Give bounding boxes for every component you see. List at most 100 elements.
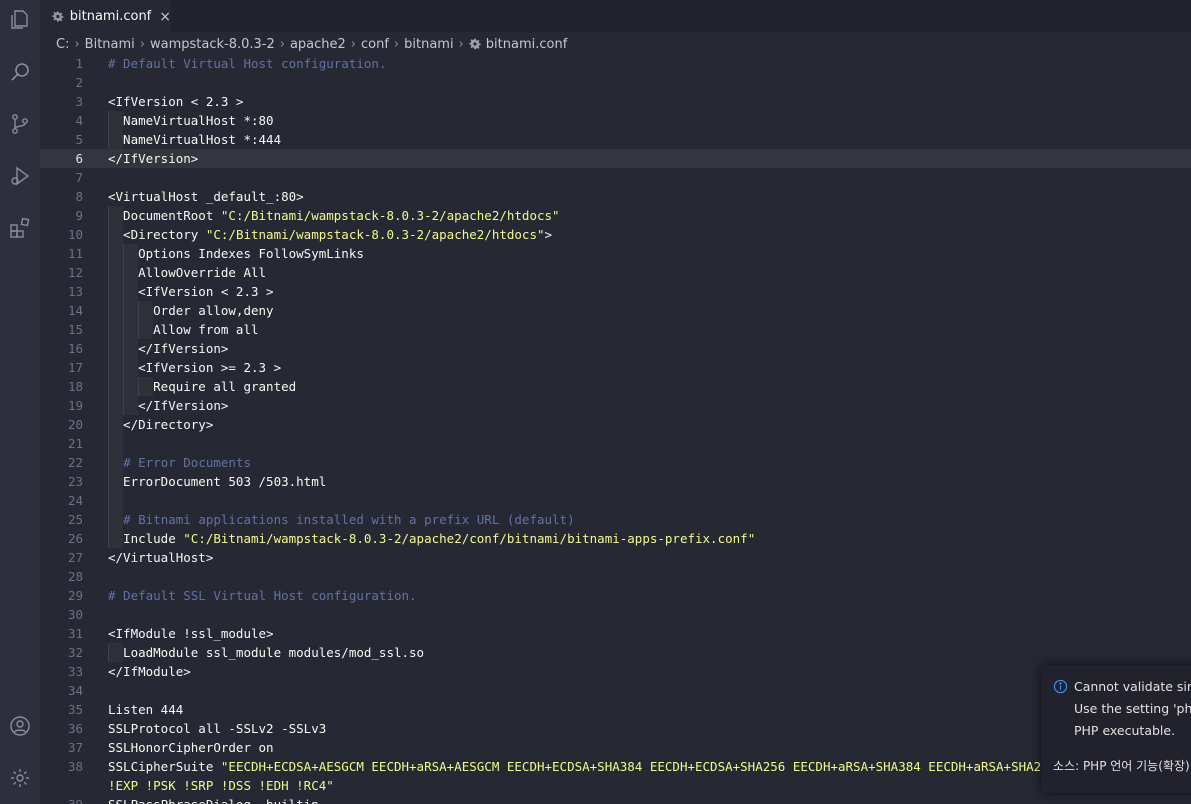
code-line[interactable]: 27 </VirtualHost> (40, 548, 1191, 567)
line-number: 15 (67, 322, 83, 337)
explorer-icon[interactable] (4, 4, 36, 36)
breadcrumb-item-bitnami[interactable]: Bitnami (85, 37, 135, 52)
code-line[interactable]: 32 LoadModule ssl_module modules/mod_ssl… (40, 643, 1191, 662)
code-line[interactable]: 9 DocumentRoot "C:/Bitnami/wampstack-8.0… (40, 206, 1191, 225)
code-token: SSLProtocol all -SSLv2 -SSLv3 (108, 721, 327, 736)
line-number: 10 (67, 227, 83, 242)
code-line[interactable]: 29 # Default SSL Virtual Host configurati… (40, 586, 1191, 605)
chevron-right-icon: › (139, 36, 145, 52)
line-number: 17 (67, 360, 83, 375)
tab-close-button[interactable]: × (159, 9, 171, 25)
breadcrumb-item-file[interactable]: bitnami.conf (486, 37, 568, 52)
manage-gear-icon[interactable] (4, 762, 36, 794)
line-text: </IfVersion> (108, 339, 228, 358)
code-line[interactable]: 28 (40, 567, 1191, 586)
code-line[interactable]: 8 <VirtualHost _default_:80> (40, 187, 1191, 206)
code-line[interactable]: 25 # Bitnami applications installed with… (40, 510, 1191, 529)
code-token: SSLPassPhraseDialog builtin (108, 797, 319, 804)
code-line[interactable]: 6 </IfVersion> (40, 149, 1191, 168)
line-number: 11 (67, 246, 83, 261)
breadcrumb-item-apache2[interactable]: apache2 (290, 37, 346, 52)
code-line[interactable]: 5 NameVirtualHost *:444 (40, 130, 1191, 149)
code-line[interactable]: 38 SSLCipherSuite "EECDH+ECDSA+AESGCM EEC… (40, 757, 1191, 776)
line-number: 19 (67, 398, 83, 413)
line-text: Options Indexes FollowSymLinks (108, 244, 364, 263)
code-token: Allow from all (108, 322, 259, 337)
account-icon[interactable] (4, 710, 36, 742)
run-debug-icon[interactable] (4, 160, 36, 192)
line-number: 14 (67, 303, 83, 318)
code-line[interactable]: 16 </IfVersion> (40, 339, 1191, 358)
code-line[interactable]: 37 SSLHonorCipherOrder on (40, 738, 1191, 757)
line-number: 35 (67, 702, 83, 717)
line-text: NameVirtualHost *:80 (108, 111, 274, 130)
line-number: 27 (67, 550, 83, 565)
extensions-icon[interactable] (4, 212, 36, 244)
code-token: </IfVersion> (108, 398, 229, 413)
code-line[interactable]: 20 </Directory> (40, 415, 1191, 434)
tab-bitnami-conf[interactable]: bitnami.conf × (40, 0, 171, 32)
code-line[interactable]: 2 (40, 73, 1191, 92)
breadcrumb-item-bitnami-folder[interactable]: bitnami (404, 37, 453, 52)
code-line[interactable]: 35 Listen 444 (40, 700, 1191, 719)
code-token: Listen 444 (108, 702, 184, 717)
line-text: SSLCipherSuite "EECDH+ECDSA+AESGCM EECDH… (108, 757, 1101, 776)
code-line[interactable]: 18 Require all granted (40, 377, 1191, 396)
line-text: # Error Documents (108, 453, 251, 472)
code-line[interactable]: 30 (40, 605, 1191, 624)
code-line[interactable]: 21 (40, 434, 1191, 453)
line-number: 39 (40, 795, 83, 804)
line-number: 13 (67, 284, 83, 299)
line-text: DocumentRoot "C:/Bitnami/wampstack-8.0.3… (108, 206, 560, 225)
code-line[interactable]: 10 <Directory "C:/Bitnami/wampstack-8.0.… (40, 225, 1191, 244)
info-icon (1053, 679, 1068, 694)
code-line[interactable]: 17 <IfVersion >= 2.3 > (40, 358, 1191, 377)
code-editor[interactable]: 1 # Default Virtual Host configuration. 2 3… (40, 54, 1191, 804)
code-line[interactable]: 3 <IfVersion < 2.3 > (40, 92, 1191, 111)
settings-file-icon (52, 11, 64, 22)
code-line[interactable]: 22 # Error Documents (40, 453, 1191, 472)
code-line[interactable]: 7 (40, 168, 1191, 187)
line-number: 18 (67, 379, 83, 394)
code-line[interactable]: 31 <IfModule !ssl_module> (40, 624, 1191, 643)
tab-label: bitnami.conf (69, 9, 152, 24)
line-text: AllowOverride All (108, 263, 266, 282)
code-line[interactable]: 4 NameVirtualHost *:80 (40, 111, 1191, 130)
code-line[interactable]: 19 </IfVersion> (40, 396, 1191, 415)
line-number: 16 (67, 341, 83, 356)
code-line[interactable]: 12 AllowOverride All (40, 263, 1191, 282)
breadcrumb-item-drive[interactable]: C: (56, 37, 69, 52)
line-text: <VirtualHost _default_:80> (108, 187, 304, 206)
line-number: 20 (67, 417, 83, 432)
source-control-icon[interactable] (4, 108, 36, 140)
breadcrumb-item-conf[interactable]: conf (361, 37, 389, 52)
line-text: </VirtualHost> (108, 548, 213, 567)
chevron-right-icon: › (279, 36, 285, 52)
line-number: 12 (67, 265, 83, 280)
code-token: NameVirtualHost *:444 (108, 132, 282, 147)
indent-guide (108, 434, 123, 453)
line-text: Allow from all (108, 320, 259, 339)
line-number: 32 (67, 645, 83, 660)
line-number: 29 (67, 588, 83, 603)
code-line[interactable]: 26 Include "C:/Bitnami/wampstack-8.0.3-2… (40, 529, 1191, 548)
code-line[interactable]: !EXP !PSK !SRP !DSS !EDH !RC4" (40, 776, 1191, 795)
breadcrumb-item-wampstack[interactable]: wampstack-8.0.3-2 (150, 37, 275, 52)
code-line[interactable]: 36 SSLProtocol all -SSLv2 -SSLv3 (40, 719, 1191, 738)
code-line[interactable]: 33 </IfModule> (40, 662, 1191, 681)
line-number: 37 (67, 740, 83, 755)
code-line[interactable]: 14 Order allow,deny (40, 301, 1191, 320)
line-text: Include "C:/Bitnami/wampstack-8.0.3-2/ap… (108, 529, 755, 548)
code-line[interactable]: 15 Allow from all (40, 320, 1191, 339)
search-icon[interactable] (4, 56, 36, 88)
code-line[interactable]: 13 <IfVersion < 2.3 > (40, 282, 1191, 301)
code-line[interactable]: 34 (40, 681, 1191, 700)
notification-message-line: Cannot validate since (1074, 679, 1191, 694)
code-string: !EXP !PSK !SRP !DSS !EDH !RC4" (108, 778, 334, 793)
code-line[interactable]: 24 (40, 491, 1191, 510)
code-line[interactable]: 39 SSLPassPhraseDialog builtin (40, 795, 1191, 804)
code-line[interactable]: 11 Options Indexes FollowSymLinks (40, 244, 1191, 263)
code-line[interactable]: 23 ErrorDocument 503 /503.html (40, 472, 1191, 491)
code-line[interactable]: 1 # Default Virtual Host configuration. (40, 54, 1191, 73)
